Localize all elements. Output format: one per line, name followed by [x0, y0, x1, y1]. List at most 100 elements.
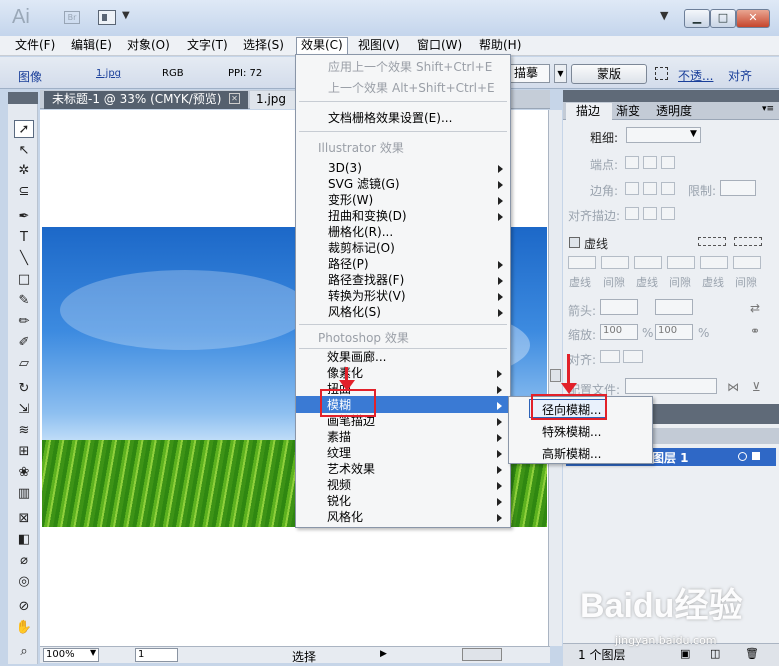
- gap-field-1[interactable]: [601, 256, 629, 269]
- eraser-tool-icon[interactable]: ▱: [14, 355, 34, 373]
- rectangle-tool-icon[interactable]: □: [14, 271, 34, 289]
- close-button[interactable]: ✕: [736, 9, 770, 28]
- dashed-line-checkbox[interactable]: [569, 237, 580, 248]
- swap-arrowheads-icon[interactable]: ⇄: [750, 301, 760, 315]
- paintbrush-tool-icon[interactable]: ✎: [14, 292, 34, 310]
- lasso-tool-icon[interactable]: ⊆: [14, 183, 34, 201]
- menu-file[interactable]: 文件(F): [15, 38, 55, 53]
- delete-layer-icon[interactable]: 🗑: [745, 647, 759, 660]
- status-text[interactable]: 选择: [292, 648, 316, 665]
- menu-edit[interactable]: 编辑(E): [71, 38, 112, 53]
- menu-window[interactable]: 窗口(W): [417, 38, 462, 53]
- trace-preset-field[interactable]: 描摹: [510, 64, 550, 83]
- tab-stroke[interactable]: 描边: [566, 103, 612, 120]
- panel-header[interactable]: [563, 90, 779, 102]
- dash-field-3[interactable]: [700, 256, 728, 269]
- round-join-icon[interactable]: [643, 182, 657, 195]
- selection-indicator-icon[interactable]: [752, 452, 760, 460]
- tab-1-jpg[interactable]: 1.jpg @: [250, 91, 298, 123]
- align-outside-icon[interactable]: [661, 207, 675, 220]
- linked-file-link[interactable]: 1.jpg: [96, 68, 121, 79]
- opacity-link[interactable]: 不透...: [678, 67, 713, 84]
- scale-tool-icon[interactable]: ⇲: [14, 401, 34, 419]
- artboard-number-field[interactable]: 1: [135, 648, 178, 662]
- link-scale-icon[interactable]: ⚭: [750, 324, 760, 338]
- menu-select[interactable]: 选择(S): [243, 38, 284, 53]
- new-layer-icon[interactable]: ▣: [680, 647, 690, 660]
- menu-view[interactable]: 视图(V): [358, 38, 400, 53]
- align-link[interactable]: 对齐: [728, 67, 752, 84]
- new-sublayer-icon[interactable]: ◫: [710, 647, 720, 660]
- arrow-tip-at-end-icon[interactable]: [623, 350, 643, 363]
- dash-field-1[interactable]: [568, 256, 596, 269]
- horizontal-scroll-thumb[interactable]: [462, 648, 502, 661]
- symbol-sprayer-tool-icon[interactable]: ❀: [14, 464, 34, 482]
- gap-field-2[interactable]: [667, 256, 695, 269]
- chevron-down-icon[interactable]: ▼: [122, 10, 130, 21]
- layer-name[interactable]: 图层 1: [652, 449, 689, 466]
- round-cap-icon[interactable]: [643, 156, 657, 169]
- miter-join-icon[interactable]: [625, 182, 639, 195]
- rotate-tool-icon[interactable]: ↻: [14, 380, 34, 398]
- eyedropper-tool-icon[interactable]: ⌀: [14, 552, 34, 570]
- minimize-button[interactable]: ▁: [684, 9, 710, 28]
- chevron-down-icon[interactable]: ▼: [690, 129, 697, 139]
- arrange-documents-icon[interactable]: [98, 10, 116, 25]
- direct-selection-tool-icon[interactable]: ↖: [14, 142, 34, 160]
- menu-item-video[interactable]: 视频: [327, 478, 351, 493]
- tab-gradient[interactable]: 渐变: [616, 104, 640, 119]
- blob-brush-tool-icon[interactable]: ✐: [14, 334, 34, 352]
- projecting-cap-icon[interactable]: [661, 156, 675, 169]
- menu-item-effect-gallery[interactable]: 效果画廊...: [327, 350, 386, 365]
- align-dash-icon[interactable]: [734, 237, 762, 246]
- menu-item-smart-blur[interactable]: 特殊模糊...: [542, 423, 601, 440]
- magic-wand-tool-icon[interactable]: ✲: [14, 162, 34, 180]
- transform-icon[interactable]: [655, 67, 668, 80]
- end-scale-field[interactable]: 100: [655, 324, 693, 340]
- menu-object[interactable]: 对象(O): [127, 38, 170, 53]
- mesh-tool-icon[interactable]: ⊠: [14, 510, 34, 528]
- workspace-dropdown-icon[interactable]: ▼: [660, 9, 668, 22]
- close-icon[interactable]: ✕: [229, 93, 240, 104]
- start-scale-field[interactable]: 100: [600, 324, 638, 340]
- limit-field[interactable]: [720, 180, 756, 196]
- bevel-join-icon[interactable]: [661, 182, 675, 195]
- align-center-icon[interactable]: [625, 207, 639, 220]
- bridge-logo[interactable]: Br: [64, 11, 80, 24]
- tab-transparency[interactable]: 透明度: [656, 104, 692, 119]
- maximize-button[interactable]: □: [710, 9, 736, 28]
- toolbar-header[interactable]: [8, 92, 38, 104]
- hand-tool-icon[interactable]: ✋: [14, 619, 34, 637]
- start-arrowhead-select[interactable]: [600, 299, 638, 315]
- warp-tool-icon[interactable]: ≋: [14, 422, 34, 440]
- mask-button[interactable]: 蒙版: [571, 64, 647, 84]
- pen-tool-icon[interactable]: ✒: [14, 208, 34, 226]
- gradient-tool-icon[interactable]: ◧: [14, 531, 34, 549]
- chevron-down-icon[interactable]: ▼: [90, 648, 96, 657]
- flip-horizontal-icon[interactable]: ⋈: [727, 380, 739, 394]
- selection-tool-icon[interactable]: ➚: [14, 120, 34, 138]
- menu-item-stylize-photoshop[interactable]: 风格化: [327, 510, 363, 525]
- menu-type[interactable]: 文字(T): [187, 38, 228, 53]
- menu-item-sketch[interactable]: 素描: [327, 430, 351, 445]
- butt-cap-icon[interactable]: [625, 156, 639, 169]
- target-icon[interactable]: [738, 452, 747, 461]
- menu-help[interactable]: 帮助(H): [479, 38, 521, 53]
- menu-item-sharpen[interactable]: 锐化: [327, 494, 351, 509]
- panel-menu-icon[interactable]: ▾≡: [762, 104, 774, 114]
- vertical-scroll-thumb[interactable]: [550, 369, 561, 382]
- slice-tool-icon[interactable]: ⊘: [14, 598, 34, 616]
- profile-select[interactable]: [625, 378, 717, 394]
- tab-untitled-1[interactable]: 未标题-1 @ 33% (CMYK/预览): [44, 91, 248, 109]
- arrow-tip-beyond-icon[interactable]: [600, 350, 620, 363]
- blend-tool-icon[interactable]: ◎: [14, 573, 34, 591]
- menu-item-texture[interactable]: 纹理: [327, 446, 351, 461]
- preserve-dash-icon[interactable]: [698, 237, 726, 246]
- free-transform-tool-icon[interactable]: ⊞: [14, 443, 34, 461]
- play-icon[interactable]: ▶: [380, 649, 387, 659]
- type-tool-icon[interactable]: T: [14, 229, 34, 247]
- zoom-tool-icon[interactable]: ⌕: [14, 643, 34, 661]
- flip-vertical-icon[interactable]: ⊻: [752, 380, 761, 394]
- gap-field-3[interactable]: [733, 256, 761, 269]
- chevron-down-icon[interactable]: ▼: [554, 64, 567, 83]
